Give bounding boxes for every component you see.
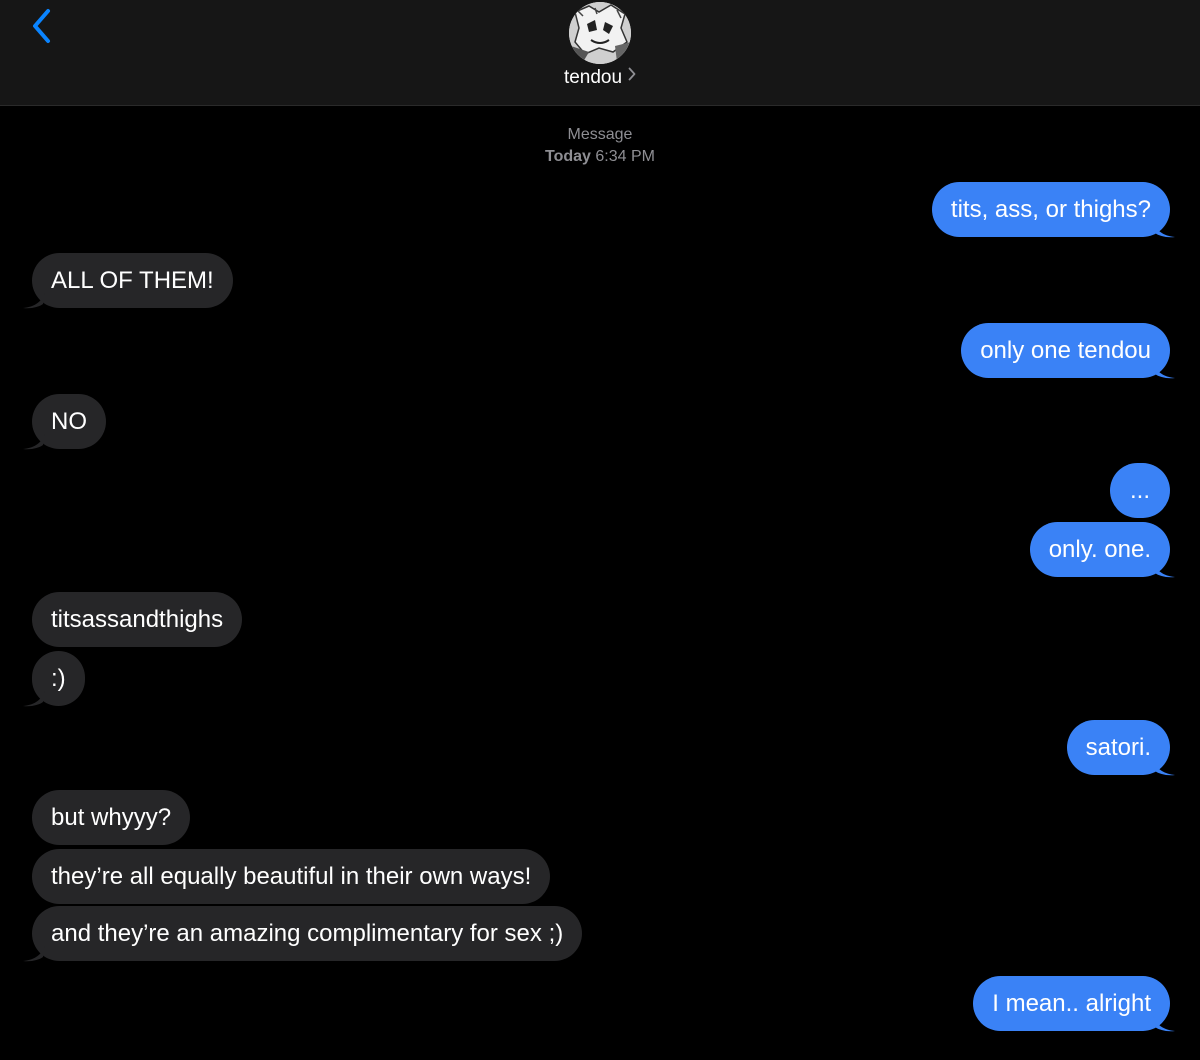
timestamp-day: Today <box>545 148 591 165</box>
bubble-tail <box>1153 361 1175 379</box>
bubble-tail <box>1153 1014 1175 1032</box>
avatar-image <box>569 2 631 64</box>
message-bubble-sent[interactable]: only. one. <box>1029 522 1170 577</box>
conversation-header: tendou <box>0 0 1200 106</box>
contact-name-row[interactable]: tendou <box>0 66 1200 90</box>
bubble-tail <box>23 944 45 962</box>
message-bubble-sent[interactable]: ... <box>1109 463 1170 518</box>
chevron-left-icon <box>33 9 50 43</box>
chevron-right-icon <box>628 64 636 88</box>
message-bubble-sent[interactable]: tits, ass, or thighs? <box>931 182 1170 237</box>
message-bubble-received[interactable]: and they’re an amazing complimentary for… <box>32 906 583 961</box>
contact-avatar[interactable] <box>569 2 631 64</box>
back-button[interactable] <box>22 4 62 48</box>
message-bubble-sent[interactable]: only one tendou <box>961 323 1170 378</box>
conversation-timestamp: Message Today 6:34 PM <box>0 124 1200 168</box>
message-bubble-received[interactable]: ALL OF THEM! <box>32 253 233 308</box>
message-bubble-received[interactable]: titsassandthighs <box>32 592 243 647</box>
message-bubble-sent[interactable]: I mean.. alright <box>973 976 1170 1031</box>
bubble-tail <box>1153 758 1175 776</box>
timestamp-time: 6:34 PM <box>595 148 655 165</box>
service-label: Message <box>567 126 633 143</box>
timestamp-line: Today 6:34 PM <box>0 146 1200 168</box>
bubble-tail <box>23 291 45 309</box>
message-bubble-received[interactable]: but whyyy? <box>32 790 191 845</box>
message-bubble-received[interactable]: they’re all equally beautiful in their o… <box>32 849 551 904</box>
bubble-tail <box>23 432 45 450</box>
messages-screen: tendou Message Today 6:34 PM tits, ass, … <box>0 0 1200 1060</box>
bubble-tail <box>23 689 45 707</box>
bubble-tail <box>1153 560 1175 578</box>
bubble-tail <box>1153 220 1175 238</box>
contact-name: tendou <box>563 67 623 89</box>
